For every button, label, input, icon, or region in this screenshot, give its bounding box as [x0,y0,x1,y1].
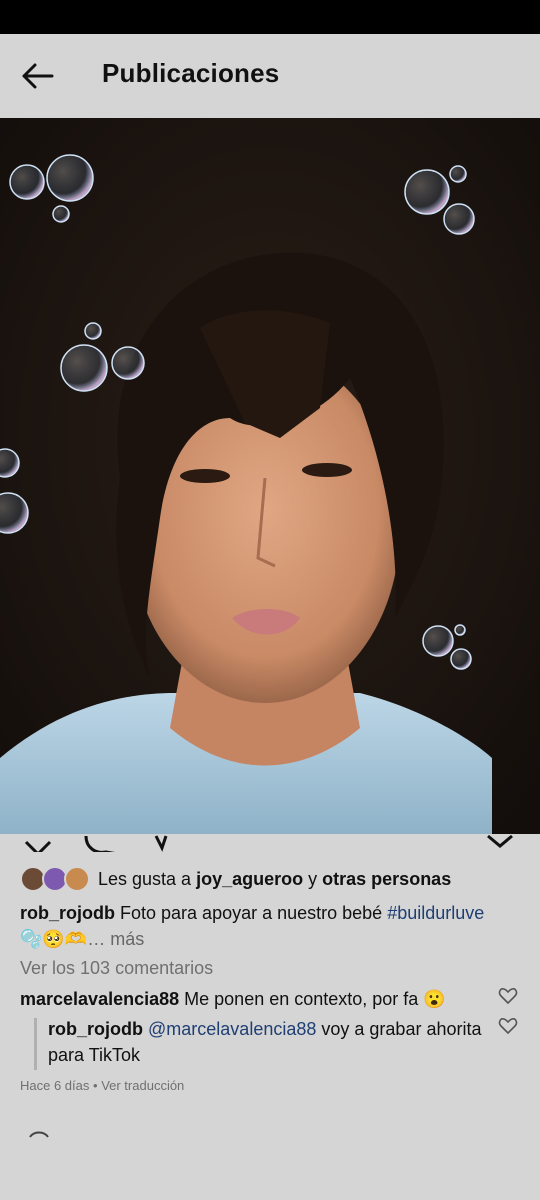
reply-like-heart-icon[interactable] [498,1016,518,1036]
view-all-comments-link[interactable]: Ver los 103 comentarios [20,958,213,979]
post-caption: rob_rojodb Foto para apoyar a nuestro be… [20,900,525,952]
likes-connector: y [308,868,318,889]
post-image[interactable] [0,118,540,834]
post-meta: Hace 6 días • Ver traducción [20,1078,184,1093]
comment-item: marcelavalencia88 Me ponen en contexto, … [20,986,490,1012]
avatar [64,866,90,892]
likes-others-link[interactable]: otras personas [322,869,451,889]
comment-emoji: 😮 [423,989,446,1009]
reply-username[interactable]: rob_rojodb [48,1019,143,1039]
reply-thread-line [34,1018,37,1070]
page-title: Publicaciones [102,58,280,88]
liker-avatars [20,866,90,892]
likes-summary[interactable]: Les gusta a joy_agueroo y otras personas [20,864,451,894]
share-icon[interactable] [154,835,168,852]
post-time: Hace 6 días [20,1078,90,1093]
back-arrow-icon[interactable] [18,56,58,96]
status-bar [0,0,540,34]
comment-username[interactable]: marcelavalencia88 [20,989,179,1009]
reply-item: rob_rojodb @marcelavalencia88 voy a grab… [48,1016,488,1068]
app-header: Publicaciones [0,34,540,118]
heart-icon[interactable] [24,840,52,857]
caption-hashtag[interactable]: #buildurluve [387,903,484,923]
comment-like-heart-icon[interactable] [498,986,518,1006]
caption-more-link[interactable]: … más [87,929,144,949]
likes-prefix: Les gusta a [98,868,192,889]
comment-icon[interactable] [84,835,119,856]
meta-separator: • [93,1078,98,1093]
liker-username[interactable]: joy_agueroo [196,869,303,889]
next-post-avatar [24,1126,54,1138]
caption-emojis: 🫧🥺🫶 [20,929,88,949]
bookmark-icon[interactable] [487,834,513,848]
comment-text: Me ponen en contexto, por fa [184,989,419,1009]
post-actions-bar [0,818,540,857]
caption-username[interactable]: rob_rojodb [20,903,115,923]
see-translation-link[interactable]: Ver traducción [101,1078,184,1093]
caption-text: Foto para apoyar a nuestro bebé [120,903,383,923]
likes-text: Les gusta a joy_agueroo y otras personas [98,869,451,890]
reply-mention[interactable]: @marcelavalencia88 [148,1019,316,1039]
